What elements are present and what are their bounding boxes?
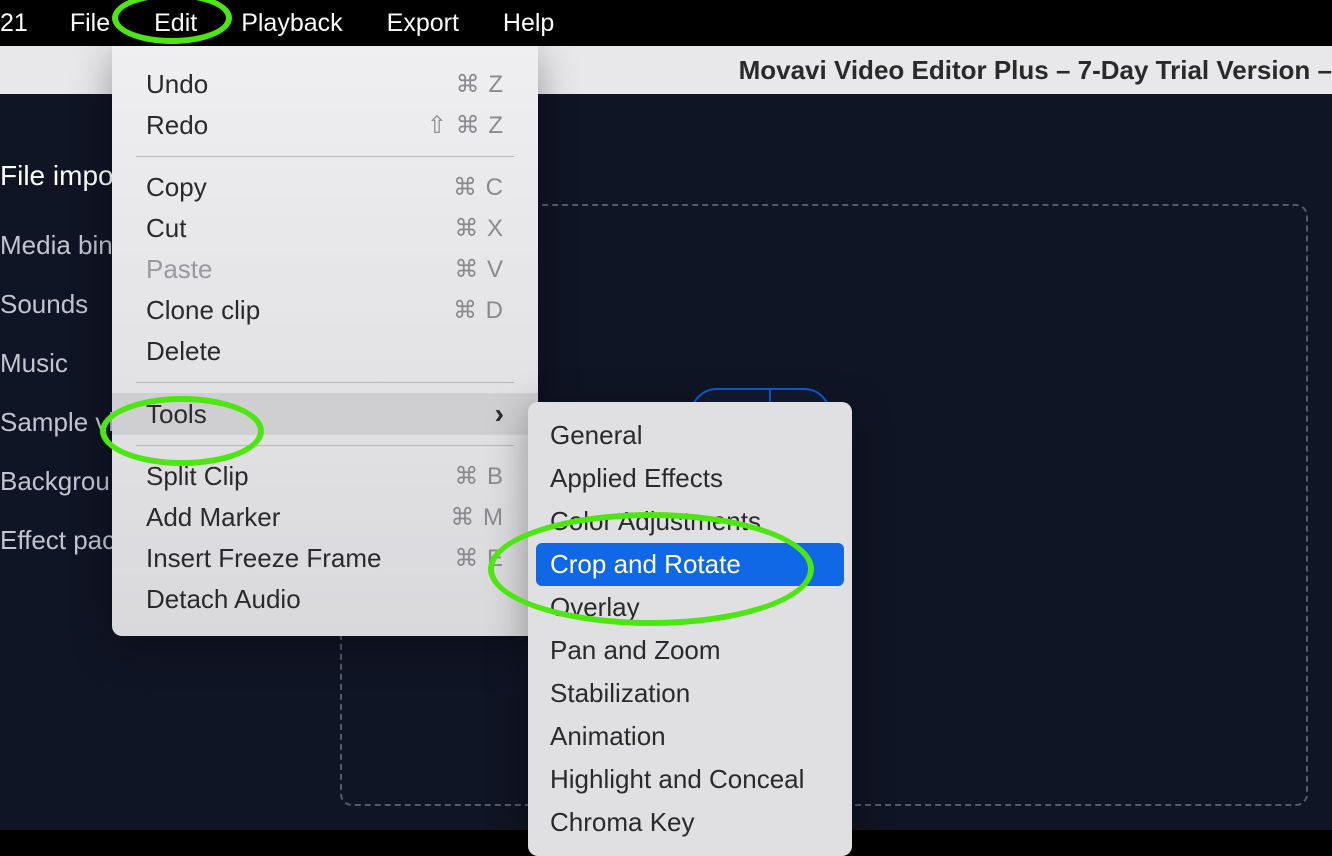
menu-detach[interactable]: Detach Audio <box>112 579 538 620</box>
submenu-general[interactable]: General <box>528 414 852 457</box>
menu-freeze-label: Insert Freeze Frame <box>146 543 382 574</box>
submenu-stabilization[interactable]: Stabilization <box>528 672 852 715</box>
menu-delete-label: Delete <box>146 336 221 367</box>
submenu-crop-rotate[interactable]: Crop and Rotate <box>536 543 844 586</box>
submenu-applied-effects[interactable]: Applied Effects <box>528 457 852 500</box>
menu-undo-shortcut: ⌘ Z <box>456 70 504 99</box>
menu-delete[interactable]: Delete <box>112 331 538 372</box>
menubar-time: 21 <box>0 9 48 38</box>
menu-marker-label: Add Marker <box>146 502 280 533</box>
menu-redo-label: Redo <box>146 110 208 141</box>
menu-edit[interactable]: Edit <box>132 9 219 38</box>
menu-paste-label: Paste <box>146 254 213 285</box>
menu-freeze-shortcut: ⌘ E <box>454 544 504 573</box>
submenu-overlay[interactable]: Overlay <box>528 586 852 629</box>
submenu-highlight-conceal[interactable]: Highlight and Conceal <box>528 758 852 801</box>
separator <box>136 445 514 446</box>
menu-split-label: Split Clip <box>146 461 249 492</box>
submenu-color-adjustments[interactable]: Color Adjustments <box>528 500 852 543</box>
window-title: Movavi Video Editor Plus – 7-Day Trial V… <box>739 55 1332 86</box>
menu-redo[interactable]: Redo ⇧ ⌘ Z <box>112 105 538 146</box>
menu-tools[interactable]: Tools › <box>112 393 538 435</box>
menu-export[interactable]: Export <box>365 9 481 38</box>
menu-copy-shortcut: ⌘ C <box>453 173 504 202</box>
menu-undo[interactable]: Undo ⌘ Z <box>112 64 538 105</box>
menu-marker[interactable]: Add Marker ⌘ M <box>112 497 538 538</box>
menu-cut-shortcut: ⌘ X <box>454 214 504 243</box>
menu-marker-shortcut: ⌘ M <box>450 503 504 532</box>
menu-clone-shortcut: ⌘ D <box>453 296 504 325</box>
menu-file[interactable]: File <box>48 9 132 38</box>
menu-split-shortcut: ⌘ B <box>454 462 504 491</box>
tools-submenu: General Applied Effects Color Adjustment… <box>528 402 852 856</box>
menu-paste-shortcut: ⌘ V <box>454 255 504 284</box>
menu-clone-label: Clone clip <box>146 295 260 326</box>
menu-split[interactable]: Split Clip ⌘ B <box>112 456 538 497</box>
menu-copy[interactable]: Copy ⌘ C <box>112 167 538 208</box>
menu-undo-label: Undo <box>146 69 208 100</box>
separator <box>136 156 514 157</box>
edit-dropdown: Undo ⌘ Z Redo ⇧ ⌘ Z Copy ⌘ C Cut ⌘ X Pas… <box>112 46 538 636</box>
submenu-chroma-key[interactable]: Chroma Key <box>528 801 852 844</box>
menu-cut[interactable]: Cut ⌘ X <box>112 208 538 249</box>
submenu-animation[interactable]: Animation <box>528 715 852 758</box>
menu-tools-label: Tools <box>146 399 207 430</box>
menu-freeze[interactable]: Insert Freeze Frame ⌘ E <box>112 538 538 579</box>
menu-redo-shortcut: ⇧ ⌘ Z <box>427 111 504 140</box>
menu-copy-label: Copy <box>146 172 207 203</box>
separator <box>136 382 514 383</box>
chevron-right-icon: › <box>495 398 504 430</box>
menubar: 21 File Edit Playback Export Help <box>0 0 1332 46</box>
menu-clone[interactable]: Clone clip ⌘ D <box>112 290 538 331</box>
menu-cut-label: Cut <box>146 213 186 244</box>
menu-help[interactable]: Help <box>481 9 576 38</box>
menu-paste: Paste ⌘ V <box>112 249 538 290</box>
menu-detach-label: Detach Audio <box>146 584 301 615</box>
menu-playback[interactable]: Playback <box>219 9 364 38</box>
submenu-pan-zoom[interactable]: Pan and Zoom <box>528 629 852 672</box>
